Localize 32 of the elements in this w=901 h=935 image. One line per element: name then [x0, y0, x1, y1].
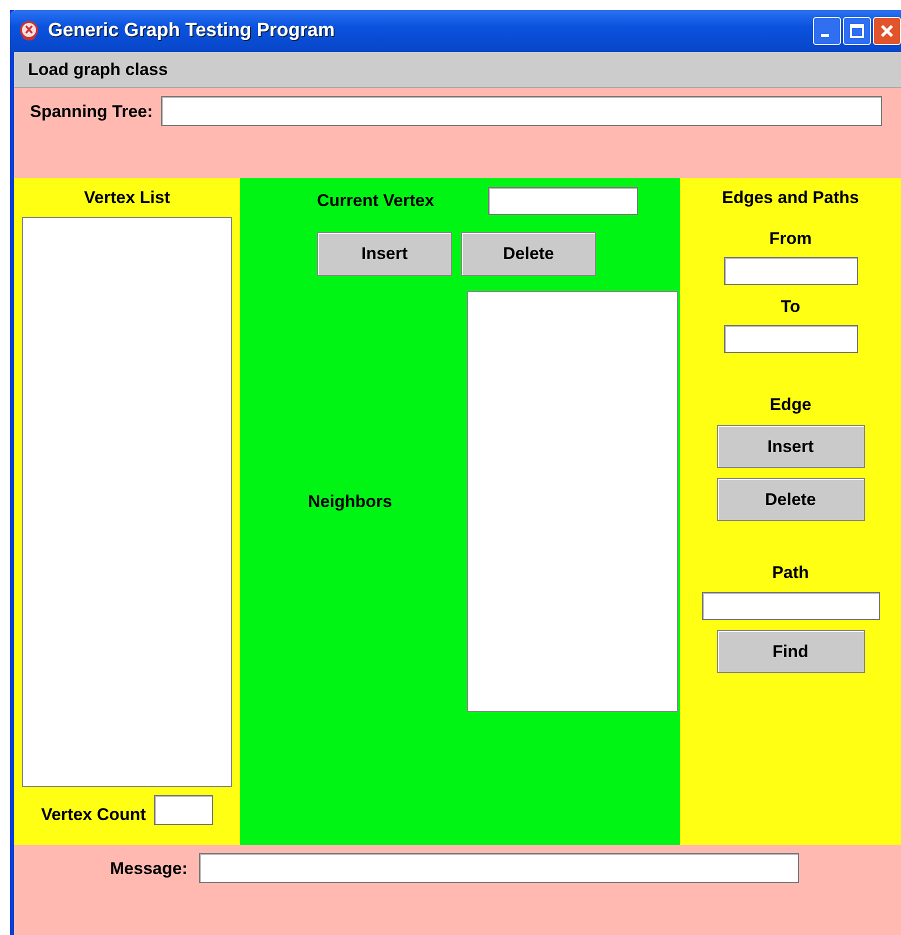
find-button[interactable]: Find — [716, 630, 864, 673]
minimize-button[interactable] — [813, 17, 841, 45]
insert-button[interactable]: Insert — [317, 232, 452, 276]
close-button[interactable] — [873, 17, 901, 45]
panel-title: Vertex List — [84, 188, 170, 208]
path-field[interactable] — [702, 592, 880, 620]
menu-item[interactable]: Load graph class — [14, 60, 182, 80]
section-label: Edge — [770, 395, 812, 415]
app-icon — [18, 20, 40, 42]
field-label: To — [780, 297, 800, 317]
panel-title: Edges and Paths — [722, 188, 859, 208]
field-label: From — [769, 229, 812, 249]
field-label: Spanning Tree: — [30, 102, 153, 122]
current-vertex-field[interactable] — [488, 187, 638, 215]
from-field[interactable] — [724, 257, 858, 285]
field-label: Message: — [110, 859, 188, 879]
delete-button[interactable]: Delete — [461, 232, 596, 276]
vertex-count-field[interactable] — [154, 795, 213, 825]
maximize-button[interactable] — [843, 17, 871, 45]
spanning-tree-field[interactable] — [160, 96, 882, 126]
to-field[interactable] — [724, 325, 858, 353]
section-label: Path — [772, 563, 809, 583]
close-icon — [879, 23, 895, 39]
insert-edge-button[interactable]: Insert — [716, 425, 864, 468]
window-title: Generic Graph Testing Program — [48, 20, 336, 42]
list-label: Neighbors — [308, 492, 394, 512]
delete-edge-button[interactable]: Delete — [716, 478, 864, 521]
maximize-icon — [849, 23, 865, 39]
message-field[interactable] — [199, 853, 800, 883]
field-label: Current Vertex — [317, 191, 434, 211]
minimize-icon — [821, 34, 829, 37]
field-label: Vertex Count — [41, 805, 146, 825]
